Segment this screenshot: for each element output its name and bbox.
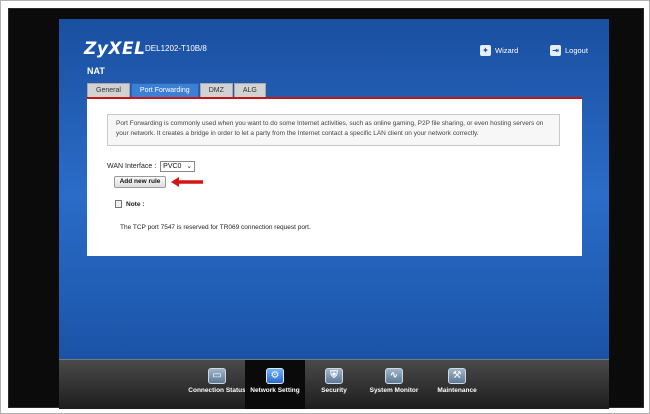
shield-icon: ⛨	[325, 368, 343, 384]
wan-interface-select[interactable]: PVC0 ⌄	[160, 161, 196, 172]
nav-system-monitor[interactable]: ∿ System Monitor	[364, 360, 424, 409]
nav-label-connection-status: Connection Status	[188, 387, 246, 394]
wan-interface-row: WAN Interface : PVC0 ⌄	[107, 161, 196, 172]
tab-port-forwarding[interactable]: Port Forwarding	[130, 83, 199, 97]
top-header: ZyXEL DEL1202-T10B/8 ✦ Wizard ⇥ Logout N…	[59, 19, 609, 79]
nav-maintenance[interactable]: ⚒ Maintenance	[427, 360, 487, 409]
page-title: NAT	[87, 66, 105, 76]
nav-label-security: Security	[321, 387, 347, 394]
zyxel-logo: ZyXEL	[84, 39, 146, 59]
nav-connection-status[interactable]: ▭ Connection Status	[187, 360, 247, 409]
model-name: DEL1202-T10B/8	[145, 44, 207, 53]
nav-label-network-setting: Network Setting	[250, 387, 300, 394]
tools-icon: ⚒	[448, 368, 466, 384]
nat-tabs: General Port Forwarding DMZ ALG	[87, 83, 267, 97]
wan-interface-label: WAN Interface :	[107, 163, 157, 170]
tab-dmz[interactable]: DMZ	[199, 83, 233, 97]
red-arrow-icon	[171, 177, 203, 187]
nav-label-system-monitor: System Monitor	[369, 387, 419, 394]
bottom-navigation: ▭ Connection Status ⚙ Network Setting ⛨ …	[59, 359, 609, 409]
router-admin-app: ZyXEL DEL1202-T10B/8 ✦ Wizard ⇥ Logout N…	[59, 19, 609, 409]
nav-network-setting[interactable]: ⚙ Network Setting	[245, 360, 305, 409]
screenshot-frame: ZyXEL DEL1202-T10B/8 ✦ Wizard ⇥ Logout N…	[0, 0, 650, 414]
tab-alg[interactable]: ALG	[233, 83, 266, 97]
chevron-down-icon: ⌄	[186, 163, 193, 170]
tab-general[interactable]: General	[87, 83, 130, 97]
wizard-icon: ✦	[480, 45, 491, 56]
logout-label: Logout	[565, 46, 588, 55]
note-text: The TCP port 7547 is reserved for TR069 …	[120, 224, 311, 231]
logout-icon: ⇥	[550, 45, 561, 56]
note-icon	[115, 200, 122, 208]
add-new-rule-button[interactable]: Add new rule	[114, 176, 166, 188]
wan-interface-value: PVC0	[163, 163, 182, 170]
note-header: Note :	[115, 200, 144, 208]
nav-label-maintenance: Maintenance	[437, 387, 477, 394]
port-forwarding-panel: Port Forwarding is commonly used when yo…	[87, 97, 582, 256]
wizard-label: Wizard	[495, 46, 519, 55]
wizard-button[interactable]: ✦ Wizard	[480, 45, 518, 56]
gear-icon: ⚙	[266, 368, 284, 384]
chart-icon: ∿	[385, 368, 403, 384]
nav-security[interactable]: ⛨ Security	[309, 360, 359, 409]
logout-button[interactable]: ⇥ Logout	[550, 45, 588, 56]
info-description: Port Forwarding is commonly used when yo…	[107, 114, 560, 146]
browser-viewport: ZyXEL DEL1202-T10B/8 ✦ Wizard ⇥ Logout N…	[8, 8, 644, 409]
monitor-icon: ▭	[208, 368, 226, 384]
note-title: Note :	[126, 200, 145, 208]
